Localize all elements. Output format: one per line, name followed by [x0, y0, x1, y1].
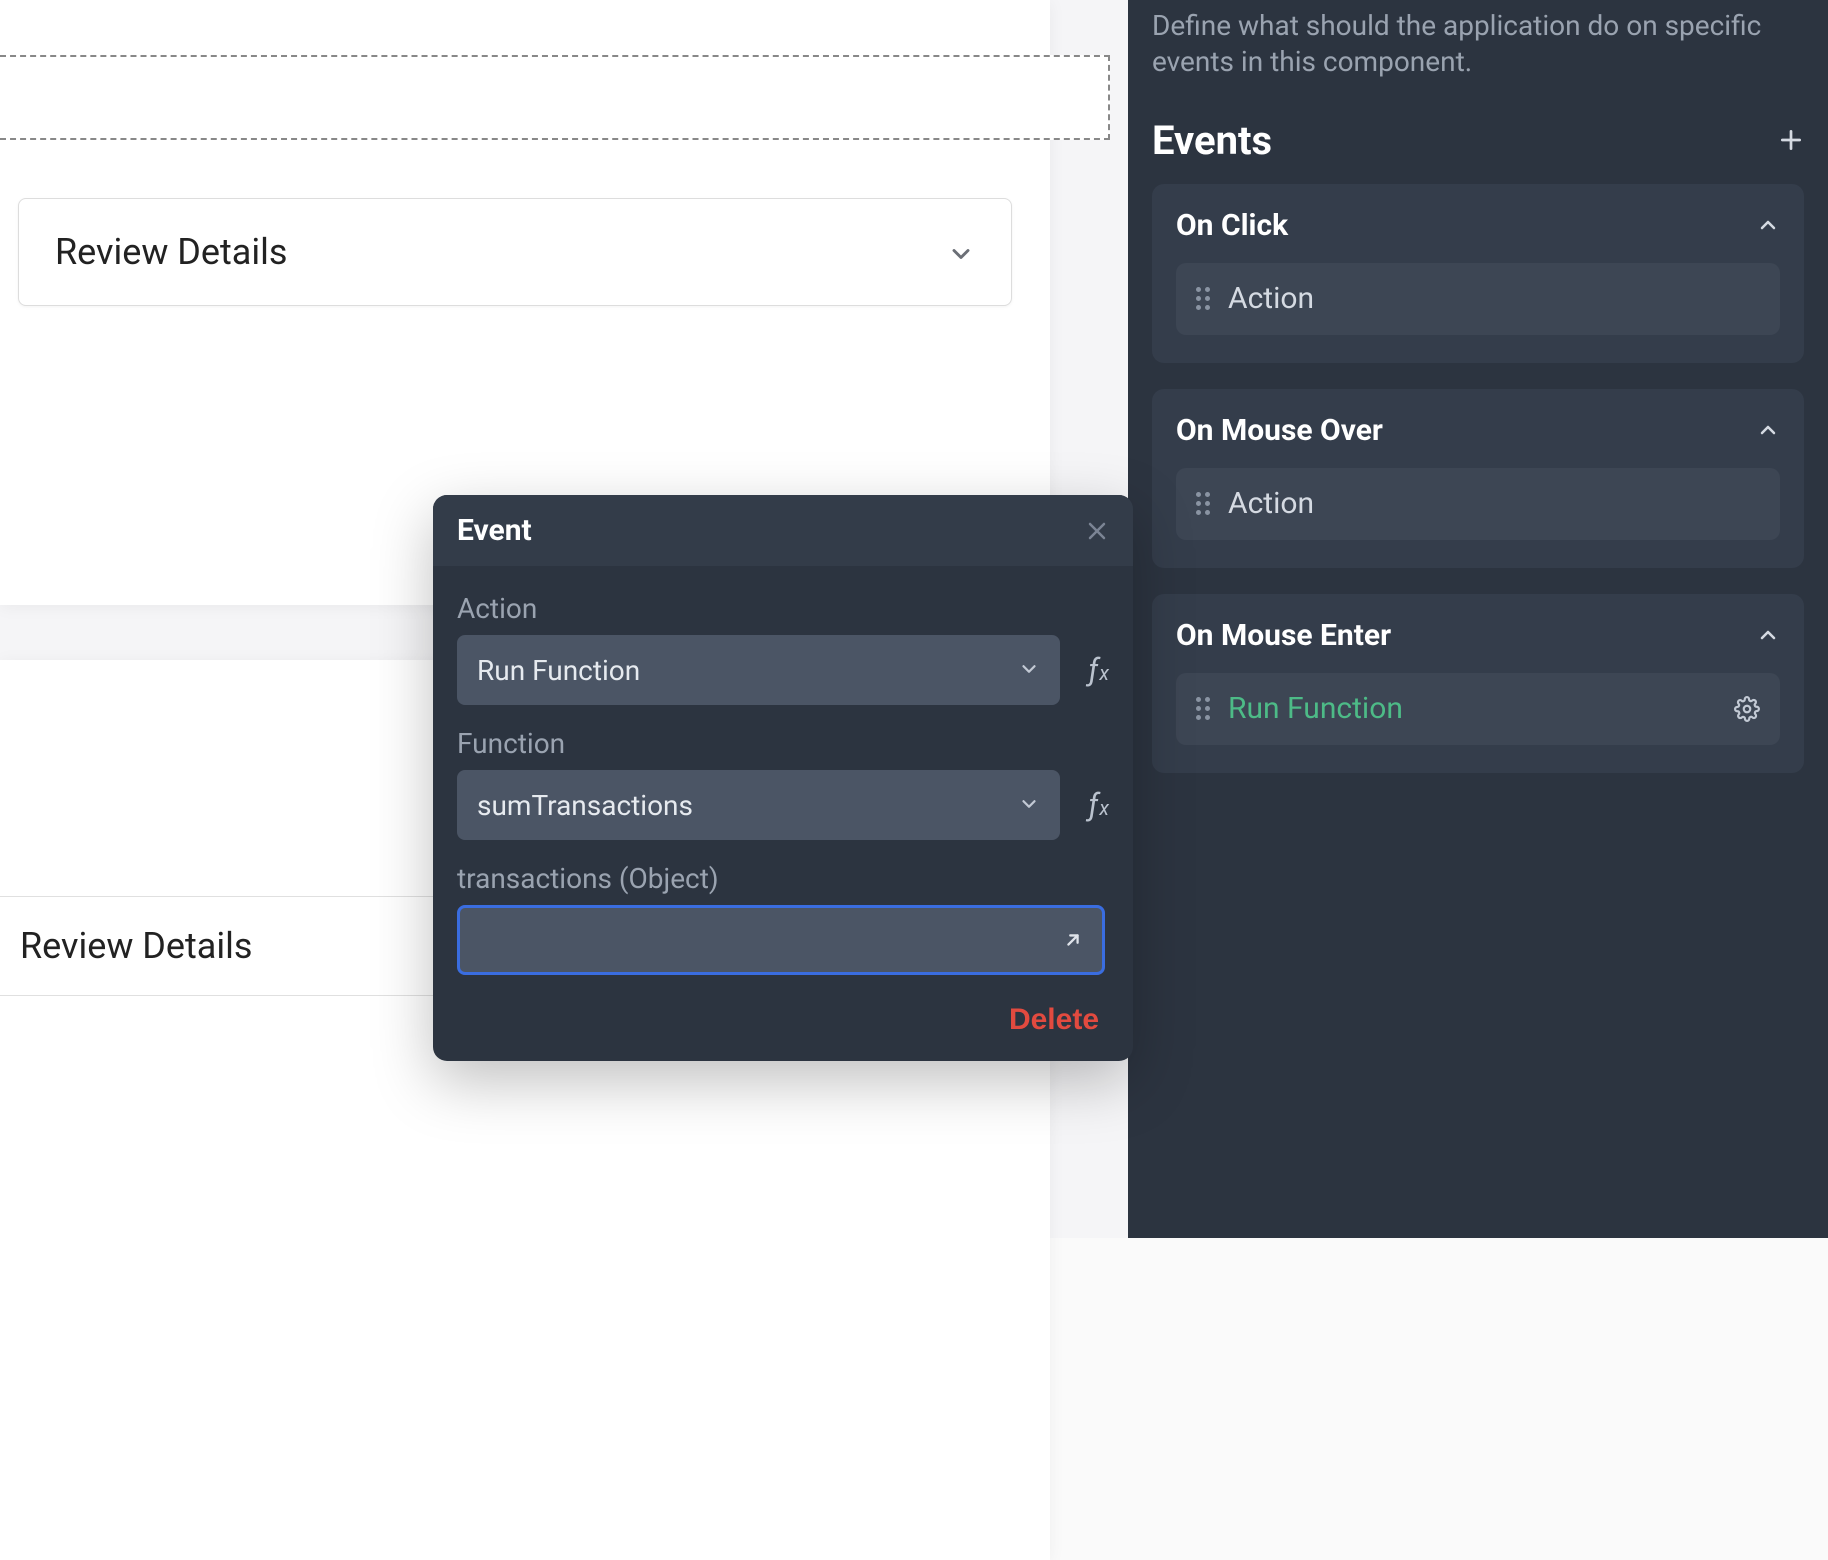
event-card-header[interactable]: On Mouse Over — [1176, 413, 1780, 448]
drag-handle-icon[interactable] — [1196, 492, 1210, 515]
drag-handle-icon[interactable] — [1196, 287, 1210, 310]
param-field-label: transactions (Object) — [457, 862, 1109, 895]
event-card-header[interactable]: On Click — [1176, 208, 1780, 243]
event-card-title: On Click — [1176, 208, 1288, 243]
event-action-label: Run Function — [1228, 691, 1403, 726]
close-icon[interactable] — [1085, 519, 1109, 543]
transactions-input[interactable] — [457, 905, 1105, 975]
popover-body: Action Run Function ƒx Function sumTrans… — [433, 566, 1133, 1061]
events-description: Define what should the application do on… — [1152, 0, 1804, 105]
event-action-row[interactable]: Run Function — [1176, 673, 1780, 745]
chevron-down-icon — [947, 240, 971, 264]
gear-icon[interactable] — [1734, 696, 1760, 722]
drag-handle-icon[interactable] — [1196, 697, 1210, 720]
review-details-card-title: Review Details — [55, 231, 287, 273]
expand-icon[interactable] — [1062, 929, 1084, 951]
event-card-onmouseenter: On Mouse Enter Run Function — [1152, 594, 1804, 773]
review-details-card[interactable]: Review Details — [18, 198, 1012, 306]
chevron-up-icon — [1756, 213, 1780, 237]
fx-icon[interactable]: ƒx — [1088, 653, 1109, 688]
events-section-title: Events — [1152, 117, 1272, 164]
event-action-label: Action — [1228, 281, 1314, 316]
chevron-down-icon — [1018, 789, 1040, 822]
chevron-up-icon — [1756, 623, 1780, 647]
popover-header: Event — [433, 495, 1133, 566]
plus-icon[interactable] — [1778, 127, 1804, 153]
event-card-onmouseover: On Mouse Over Action — [1152, 389, 1804, 568]
function-select-value: sumTransactions — [477, 789, 693, 822]
action-select[interactable]: Run Function — [457, 635, 1060, 705]
chevron-up-icon — [1756, 418, 1780, 442]
event-action-row[interactable]: Action — [1176, 468, 1780, 540]
action-field-label: Action — [457, 592, 1109, 625]
event-card-title: On Mouse Enter — [1176, 618, 1391, 653]
event-card-header[interactable]: On Mouse Enter — [1176, 618, 1780, 653]
fx-icon[interactable]: ƒx — [1088, 788, 1109, 823]
chevron-down-icon — [1018, 654, 1040, 687]
event-action-label: Action — [1228, 486, 1314, 521]
events-section-header: Events — [1152, 105, 1804, 184]
event-card-onclick: On Click Action — [1152, 184, 1804, 363]
popover-title: Event — [457, 513, 532, 548]
function-field-label: Function — [457, 727, 1109, 760]
delete-button[interactable]: Delete — [1009, 1003, 1099, 1037]
canvas-dropzone[interactable] — [0, 55, 1110, 140]
action-select-value: Run Function — [477, 654, 640, 687]
properties-sidebar: Define what should the application do on… — [1128, 0, 1828, 1238]
function-select[interactable]: sumTransactions — [457, 770, 1060, 840]
review-details-row-title: Review Details — [20, 925, 252, 967]
event-config-popover: Event Action Run Function ƒx Function su… — [433, 495, 1133, 1061]
event-card-title: On Mouse Over — [1176, 413, 1383, 448]
event-action-row[interactable]: Action — [1176, 263, 1780, 335]
